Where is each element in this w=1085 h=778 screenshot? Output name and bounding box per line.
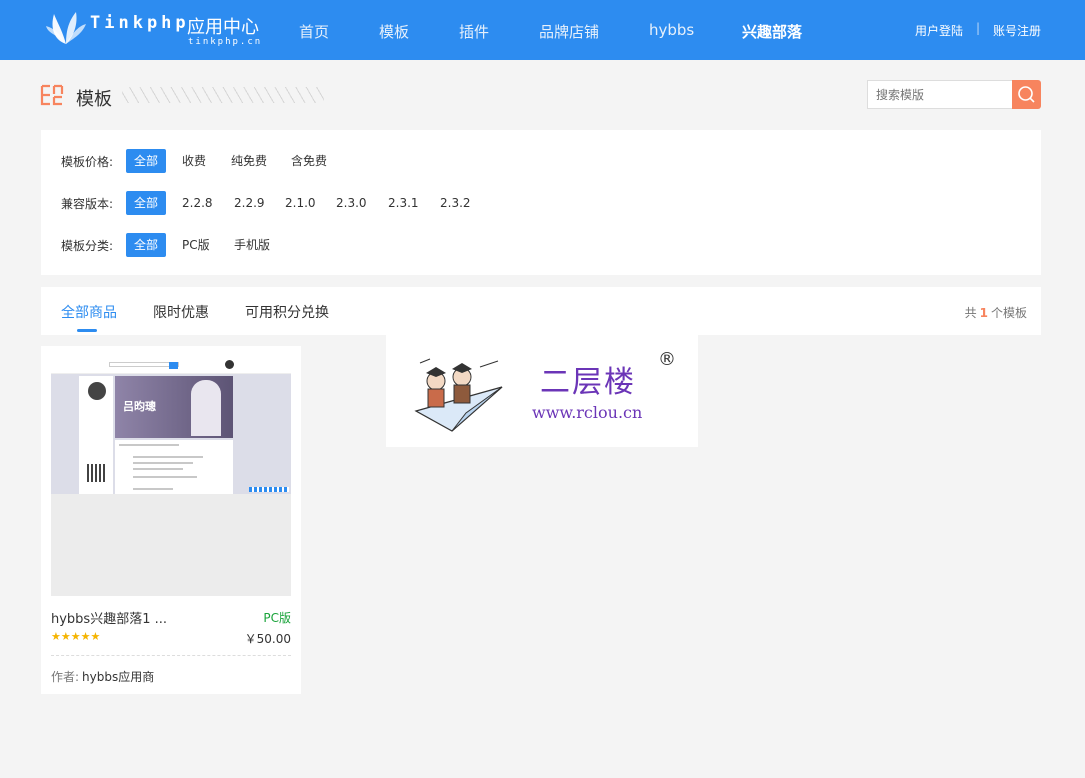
template-section-icon [40,84,64,106]
filter-panel: 模板价格: 全部 收费 纯免费 含免费 兼容版本: 全部 2.2.8 2.2.9… [41,130,1041,275]
login-link[interactable]: 用户登陆 [915,22,963,39]
price-filter-row: 模板价格: 全部 收费 纯免费 含免费 [61,149,1021,173]
site-logo[interactable]: Tinkphp 应用中心 tinkphp.cn [46,8,266,52]
price-option-all[interactable]: 全部 [126,149,166,173]
nav-templates[interactable]: 模板 [379,21,409,42]
watermark-name: 二层楼 [540,365,636,400]
thumb-qrcode [87,464,105,482]
logo-subtitle: 应用中心 [187,17,259,38]
version-filter-label: 兼容版本: [61,197,114,211]
price-filter-label: 模板价格: [61,155,114,169]
thumb-search-button [169,362,178,369]
template-count: 共 1 个模板 [965,304,1027,321]
count-prefix: 共 [964,306,977,320]
nav-interest-tribe[interactable]: 兴趣部落 [742,21,802,42]
version-option-232[interactable]: 2.3.2 [440,191,471,215]
nav-brand-stores[interactable]: 品牌店铺 [539,21,599,42]
product-tabs: 全部商品 限时优惠 可用积分兑换 共 1 个模板 [41,287,1041,335]
nav-plugins[interactable]: 插件 [459,21,489,42]
product-card[interactable]: 吕昀璁 hybbs兴趣部落1 ... PC版 ★★★★★ ￥50.00 作者: … [41,346,301,694]
version-option-210[interactable]: 2.1.0 [285,191,316,215]
version-option-all[interactable]: 全部 [126,191,166,215]
search-button[interactable] [1012,80,1041,109]
count-suffix: 个模板 [990,306,1027,320]
product-platform-badge: PC版 [263,611,291,625]
price-option-paid[interactable]: 收费 [182,149,206,173]
page-title: 模板 [76,89,112,110]
category-filter-label: 模板分类: [61,239,114,253]
category-option-mobile[interactable]: 手机版 [234,233,270,257]
watermark-url: www.rclou.cn [532,403,643,422]
watermark-logo: 二层楼 ® www.rclou.cn [386,335,698,447]
thumb-banner-figure [191,380,221,436]
thumb-text-line [133,468,183,470]
logo-brand: Tinkphp [90,13,190,33]
search-icon [1018,86,1035,103]
version-option-229[interactable]: 2.2.9 [234,191,265,215]
active-tab-indicator [77,329,97,332]
version-option-228[interactable]: 2.2.8 [182,191,213,215]
tab-points-exchange[interactable]: 可用积分兑换 [245,302,329,322]
card-divider [51,655,291,656]
title-decoration [122,87,324,103]
thumb-text-line [133,456,203,458]
thumb-banner-title: 吕昀璁 [123,400,156,413]
product-name[interactable]: hybbs兴趣部落1 ... [51,608,167,627]
search-input[interactable] [867,80,1013,109]
leaf-logo-icon [46,12,86,44]
product-thumbnail[interactable]: 吕昀璁 [51,356,291,596]
count-number: 1 [979,306,988,320]
nav-hybbs[interactable]: hybbs [649,21,694,39]
version-option-231[interactable]: 2.3.1 [388,191,419,215]
paper-plane-icon [414,358,503,432]
star-rating: ★★★★★ [51,630,101,643]
category-filter-row: 模板分类: 全部 PC版 手机版 [61,233,1021,257]
tab-limited-offers[interactable]: 限时优惠 [153,302,209,322]
product-price: ￥50.00 [244,632,291,646]
category-option-pc[interactable]: PC版 [182,233,210,257]
auth-separator: | [976,21,981,35]
version-option-230[interactable]: 2.3.0 [336,191,367,215]
author-label: 作者: [51,670,80,684]
logo-domain: tinkphp.cn [188,37,263,47]
thumb-pagination [249,487,289,492]
thumb-avatar [88,382,106,400]
price-option-includes-free[interactable]: 含免费 [291,149,327,173]
top-header: Tinkphp 应用中心 tinkphp.cn 首页 模板 插件 品牌店铺 hy… [0,0,1085,60]
thumb-text-line [119,444,179,446]
thumb-content-area [115,440,233,494]
tab-all-products[interactable]: 全部商品 [61,302,117,322]
thumb-text-line [133,488,173,490]
thumb-user-dot [225,360,234,369]
thumb-text-line [133,476,197,478]
author-name[interactable]: hybbs应用商 [82,668,154,685]
nav-home[interactable]: 首页 [299,21,329,42]
thumb-text-line [133,462,193,464]
price-option-free[interactable]: 纯免费 [231,149,267,173]
version-filter-row: 兼容版本: 全部 2.2.8 2.2.9 2.1.0 2.3.0 2.3.1 2… [61,191,1021,215]
register-link[interactable]: 账号注册 [993,22,1041,39]
category-option-all[interactable]: 全部 [126,233,166,257]
registered-mark: ® [658,349,676,370]
